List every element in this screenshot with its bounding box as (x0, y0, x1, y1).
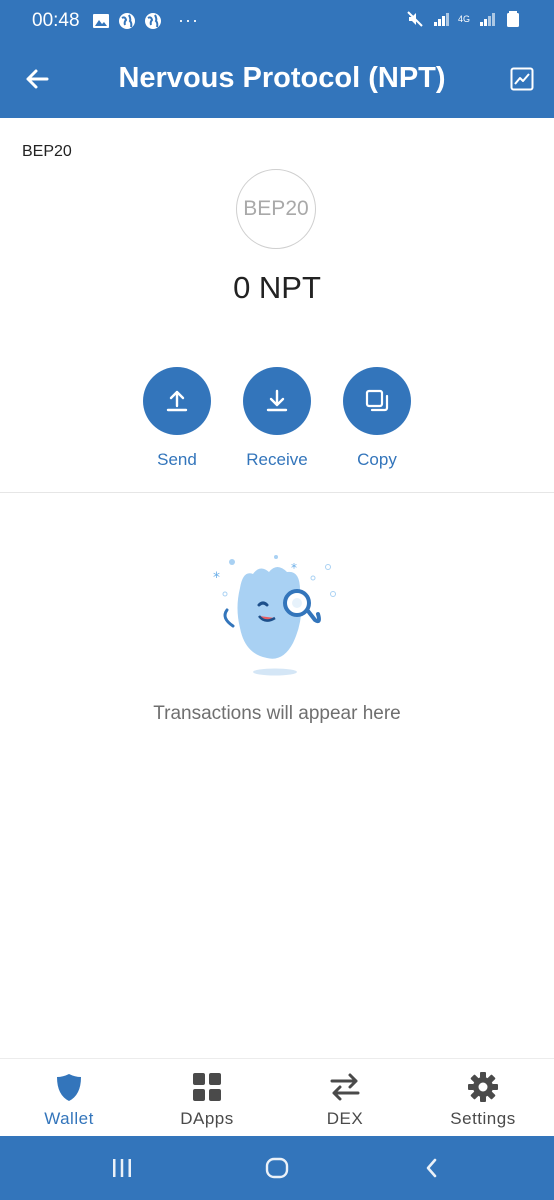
battery-icon (507, 11, 519, 27)
signal-icon (480, 13, 495, 26)
token-balance: 0 NPT (233, 270, 321, 305)
shield-icon (57, 1074, 81, 1101)
action-buttons: Send Receive Copy (0, 367, 554, 477)
nav-label-wallet: Wallet (44, 1109, 94, 1128)
receive-label: Receive (246, 450, 308, 469)
nav-label-settings: Settings (450, 1109, 516, 1128)
app-bar: Nervous Protocol (NPT) (0, 40, 554, 118)
bottom-nav: Wallet DApps DEX Settings (0, 1058, 554, 1136)
gear-icon (468, 1072, 498, 1102)
empty-transactions-illustration: * * (213, 555, 336, 676)
signal-icon (433, 13, 449, 26)
nav-item-settings[interactable]: Settings (423, 1071, 543, 1129)
mute-icon (407, 11, 423, 27)
nav-item-dapps[interactable]: DApps (147, 1071, 267, 1129)
page-title: Nervous Protocol (NPT) (118, 62, 446, 94)
copy-icon (365, 389, 389, 412)
more-notifications-icon: ··· (178, 10, 199, 30)
recent-apps-icon[interactable] (110, 1156, 134, 1180)
copy-button[interactable]: Copy (327, 367, 427, 470)
back-nav-icon[interactable] (420, 1156, 444, 1180)
chart-icon[interactable] (510, 67, 534, 91)
grid-icon (193, 1073, 221, 1101)
globe-icon (119, 12, 135, 29)
token-standard-label: BEP20 (22, 143, 72, 160)
network-type: 4G (457, 13, 470, 24)
nav-item-wallet[interactable]: Wallet (9, 1071, 129, 1129)
receive-button[interactable]: Receive (227, 367, 327, 470)
nav-label-dapps: DApps (180, 1109, 234, 1128)
copy-circle[interactable] (343, 367, 411, 435)
svg-text:*: * (213, 570, 220, 586)
upload-icon (166, 390, 188, 412)
token-logo-text: BEP20 (243, 197, 309, 220)
system-nav-bar (0, 1136, 554, 1200)
status-time: 00:48 (32, 10, 80, 31)
download-icon (266, 389, 288, 412)
home-icon[interactable] (265, 1156, 289, 1180)
copy-label: Copy (357, 450, 397, 469)
svg-text:*: * (291, 561, 297, 575)
status-bar: 00:48 ··· 4G (0, 0, 554, 40)
nav-label-dex: DEX (326, 1109, 364, 1128)
divider (0, 492, 554, 493)
send-circle[interactable] (143, 367, 211, 435)
send-button[interactable]: Send (127, 367, 227, 470)
system-status-icons: 4G (406, 10, 522, 28)
globe-icon (145, 12, 161, 29)
gallery-icon (93, 13, 109, 28)
notification-icons: ··· (92, 10, 199, 31)
empty-state-message: Transactions will appear here (153, 703, 401, 724)
swap-icon (330, 1073, 360, 1101)
nav-item-dex[interactable]: DEX (285, 1071, 405, 1129)
receive-circle[interactable] (243, 367, 311, 435)
token-logo: BEP20 (236, 169, 316, 249)
send-label: Send (157, 450, 197, 469)
